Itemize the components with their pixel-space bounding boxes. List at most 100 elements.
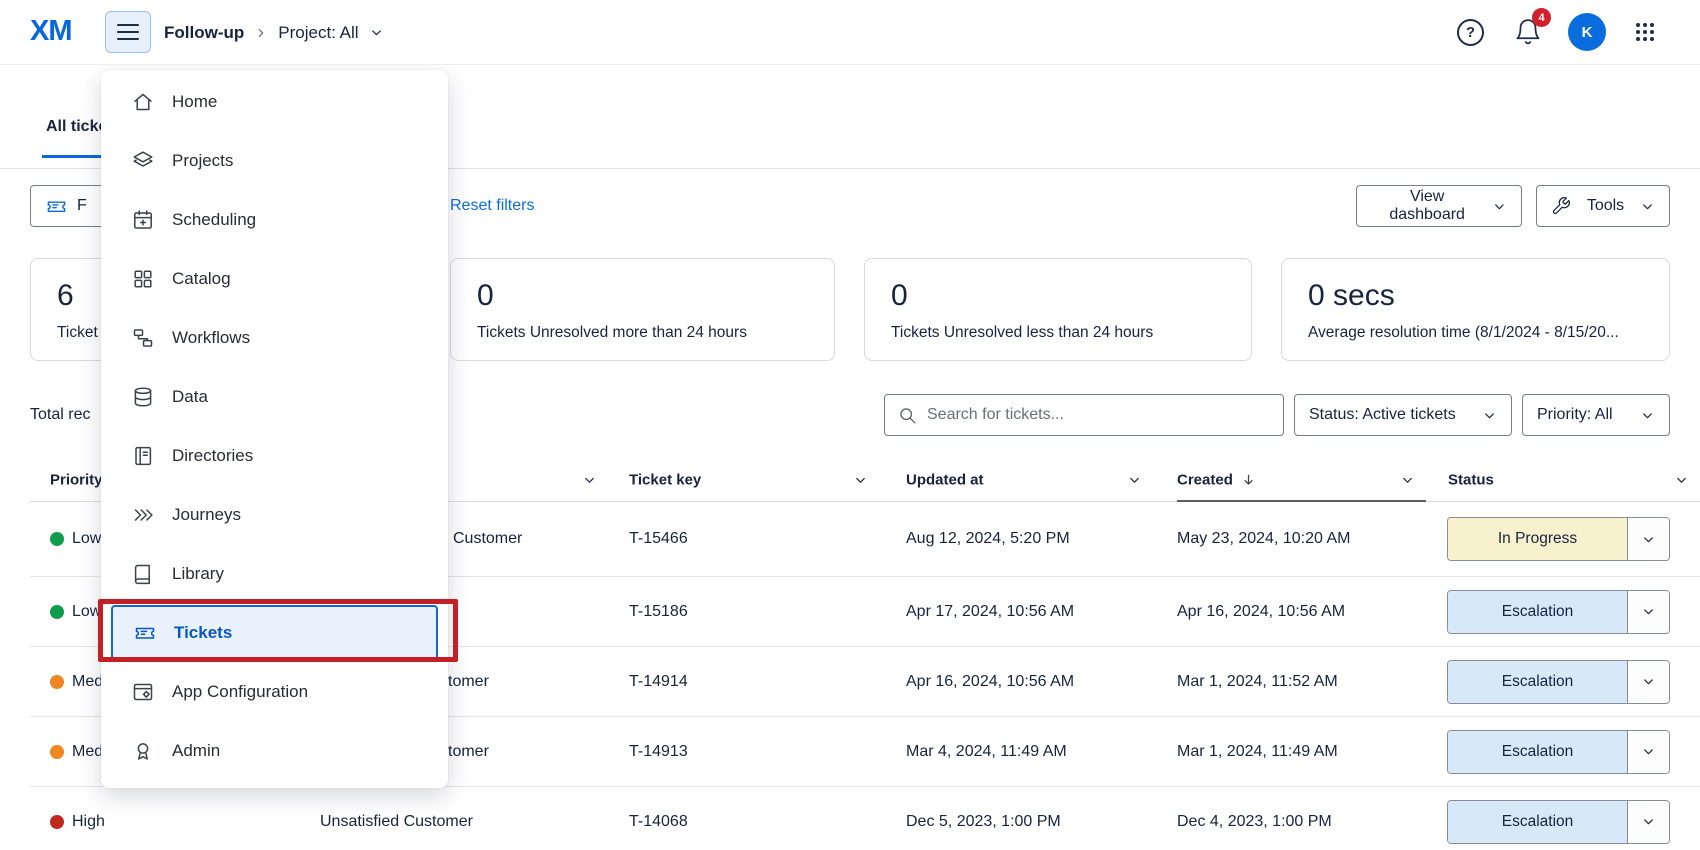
- directories-icon: [131, 444, 155, 468]
- updated-at-cell: Aug 12, 2024, 5:20 PM: [906, 530, 1070, 548]
- sort-descending-icon: [1241, 472, 1256, 487]
- updated-at-cell: Apr 17, 2024, 10:56 AM: [906, 603, 1074, 621]
- status-badge: Escalation: [1448, 661, 1627, 703]
- view-dashboard-label: View dashboard: [1371, 188, 1483, 224]
- xm-logo[interactable]: XM: [30, 15, 72, 48]
- column-header-ticket-key-chevron[interactable]: [853, 472, 868, 487]
- menu-item-label: Directories: [172, 446, 253, 466]
- hamburger-menu-button[interactable]: [105, 11, 151, 53]
- menu-item-catalog[interactable]: Catalog: [101, 249, 448, 308]
- breadcrumb-section[interactable]: Follow-up: [164, 23, 244, 43]
- column-header-created[interactable]: Created: [1177, 471, 1256, 488]
- stat-value: 0 secs: [1308, 279, 1643, 312]
- view-dashboard-button[interactable]: View dashboard: [1356, 185, 1522, 227]
- status-dropdown[interactable]: Escalation: [1447, 660, 1670, 704]
- status-badge: In Progress: [1448, 518, 1627, 560]
- ticket-icon: [133, 621, 157, 645]
- column-header-updated-at-chevron[interactable]: [1127, 472, 1142, 487]
- chevron-down-icon: [1640, 199, 1655, 214]
- chevron-down-icon: [1127, 472, 1142, 487]
- priority-cell: Low: [72, 530, 101, 548]
- menu-item-workflows[interactable]: Workflows: [101, 308, 448, 367]
- menu-item-journeys[interactable]: Journeys: [101, 485, 448, 544]
- column-header-priority[interactable]: Priority: [50, 471, 103, 488]
- column-header-ticket-key[interactable]: Ticket key: [629, 471, 701, 488]
- help-button[interactable]: ?: [1457, 19, 1484, 46]
- menu-item-label: Projects: [172, 151, 233, 171]
- column-header-status[interactable]: Status: [1448, 471, 1494, 488]
- menu-item-scheduling[interactable]: Scheduling: [101, 190, 448, 249]
- priority-dot: [50, 675, 64, 689]
- menu-item-label: Journeys: [172, 505, 241, 525]
- app-grid-button[interactable]: [1633, 20, 1657, 44]
- priority-cell: High: [72, 813, 105, 831]
- search-icon: [897, 405, 918, 426]
- status-chevron-button[interactable]: [1627, 661, 1669, 703]
- status-filter-label: Status: Active tickets: [1309, 406, 1456, 424]
- stat-card-avg-resolution-time: 0 secs Average resolution time (8/1/2024…: [1281, 258, 1670, 361]
- menu-item-admin[interactable]: Admin: [101, 721, 448, 780]
- home-icon: [131, 90, 155, 114]
- ticket-key-cell: T-14914: [629, 673, 688, 691]
- chevron-down-icon: [1641, 674, 1656, 689]
- table-row[interactable]: High Unsatisfied Customer T-14068 Dec 5,…: [30, 787, 1700, 850]
- ticket-name-cell: Unsatisfied Customer: [320, 813, 473, 831]
- ticket-key-cell: T-14913: [629, 743, 688, 761]
- menu-item-tickets[interactable]: Tickets: [111, 605, 438, 660]
- stat-label: Average resolution time (8/1/2024 - 8/15…: [1308, 324, 1643, 342]
- menu-item-label: Data: [172, 387, 208, 407]
- chevron-down-icon: [853, 472, 868, 487]
- chevron-right-icon: [254, 26, 268, 40]
- stat-label: Tickets Unresolved less than 24 hours: [891, 324, 1225, 342]
- created-cell: Mar 1, 2024, 11:52 AM: [1177, 673, 1338, 691]
- priority-dot: [50, 815, 64, 829]
- menu-item-projects[interactable]: Projects: [101, 131, 448, 190]
- status-dropdown[interactable]: In Progress: [1447, 517, 1670, 561]
- priority-cell: Low: [72, 603, 101, 621]
- data-icon: [131, 385, 155, 409]
- column-header-updated-at[interactable]: Updated at: [906, 471, 984, 488]
- wrench-icon: [1551, 196, 1571, 216]
- global-nav-menu: Home Projects Scheduling Catalog Workflo…: [101, 70, 448, 788]
- status-dropdown[interactable]: Escalation: [1447, 800, 1670, 844]
- priority-filter-dropdown[interactable]: Priority: All: [1522, 394, 1670, 436]
- stat-card-unresolved-more-24h: 0 Tickets Unresolved more than 24 hours: [450, 258, 835, 361]
- status-chevron-button[interactable]: [1627, 801, 1669, 843]
- menu-item-label: Home: [172, 92, 217, 112]
- status-dropdown[interactable]: Escalation: [1447, 730, 1670, 774]
- stat-label: Tickets Unresolved more than 24 hours: [477, 324, 808, 342]
- updated-at-cell: Dec 5, 2023, 1:00 PM: [906, 813, 1061, 831]
- menu-item-home[interactable]: Home: [101, 72, 448, 131]
- catalog-icon: [131, 267, 155, 291]
- workflows-icon: [131, 326, 155, 350]
- column-header-name-chevron[interactable]: [582, 472, 597, 487]
- menu-item-directories[interactable]: Directories: [101, 426, 448, 485]
- status-chevron-button[interactable]: [1627, 591, 1669, 633]
- status-dropdown[interactable]: Escalation: [1447, 590, 1670, 634]
- ticket-key-cell: T-14068: [629, 813, 688, 831]
- avatar[interactable]: K: [1568, 13, 1606, 51]
- status-chevron-button[interactable]: [1627, 731, 1669, 773]
- column-header-far-chevron[interactable]: [1674, 472, 1689, 487]
- breadcrumb-project-selector[interactable]: Project: All: [278, 23, 358, 43]
- menu-item-data[interactable]: Data: [101, 367, 448, 426]
- reset-filters-link[interactable]: Reset filters: [450, 197, 534, 215]
- menu-item-app-configuration[interactable]: App Configuration: [101, 662, 448, 721]
- admin-icon: [131, 739, 155, 763]
- status-chevron-button[interactable]: [1627, 518, 1669, 560]
- ticket-name-cell: tomer: [448, 743, 489, 761]
- menu-item-library[interactable]: Library: [101, 544, 448, 603]
- updated-at-cell: Mar 4, 2024, 11:49 AM: [906, 743, 1067, 761]
- created-cell: May 23, 2024, 10:20 AM: [1177, 530, 1350, 548]
- grid-apps-icon: [1633, 20, 1657, 44]
- updated-at-cell: Apr 16, 2024, 10:56 AM: [906, 673, 1074, 691]
- status-filter-dropdown[interactable]: Status: Active tickets: [1294, 394, 1512, 436]
- tools-button[interactable]: Tools: [1536, 185, 1670, 227]
- column-header-created-chevron[interactable]: [1400, 472, 1415, 487]
- created-cell: Dec 4, 2023, 1:00 PM: [1177, 813, 1332, 831]
- chevron-down-icon: [1641, 814, 1656, 829]
- ticket-name-cell: tomer: [448, 673, 489, 691]
- search-input[interactable]: [927, 395, 1277, 435]
- chevron-down-icon: [582, 472, 597, 487]
- notifications-badge: 4: [1532, 8, 1551, 27]
